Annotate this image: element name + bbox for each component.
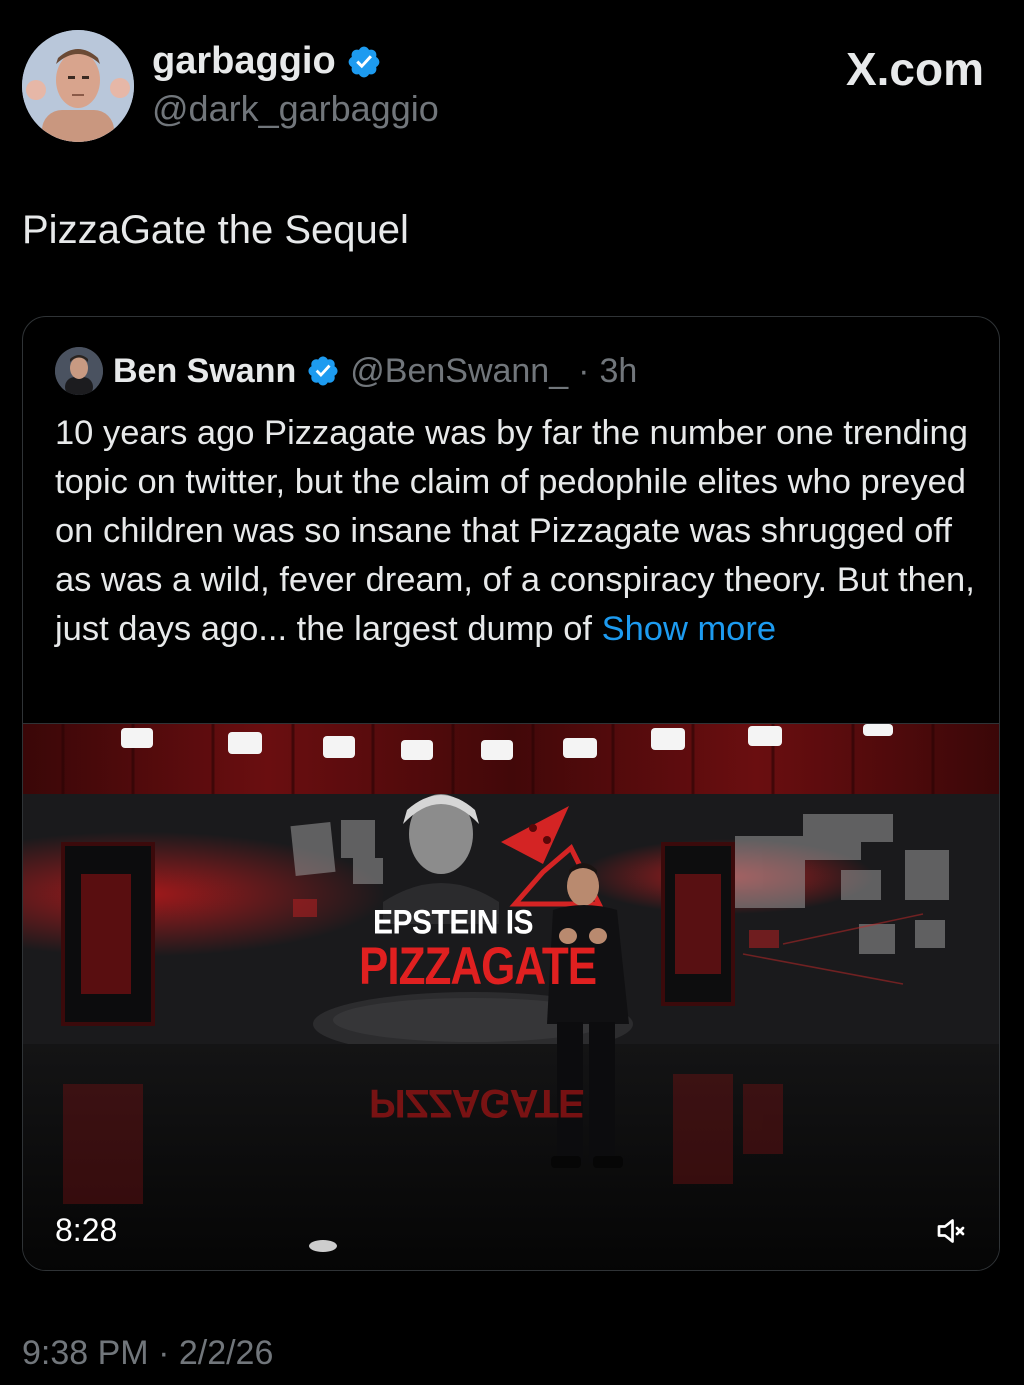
video-player[interactable]: EPSTEIN IS PIZZAGATE PIZZAGATE 8:28: [23, 723, 999, 1270]
video-thumbnail: [23, 724, 999, 1270]
quoted-author-name[interactable]: Ben Swann: [113, 352, 296, 391]
author-display-name[interactable]: garbaggio: [152, 40, 336, 83]
author-avatar-image: [22, 30, 134, 142]
speaker-muted-icon[interactable]: [933, 1213, 969, 1249]
quoted-tweet-header: Ben Swann @BenSwann_ · 3h: [55, 347, 637, 395]
site-watermark: X.com: [846, 42, 984, 96]
video-duration: 8:28: [55, 1212, 118, 1248]
show-more-link[interactable]: Show more: [602, 610, 777, 648]
tweet-text: PizzaGate the Sequel: [22, 208, 409, 252]
author-name-row[interactable]: garbaggio: [152, 40, 382, 83]
video-overlay-reflection: PIZZAGATE: [369, 1081, 584, 1125]
quoted-tweet-text: 10 years ago Pizzagate was by far the nu…: [55, 409, 975, 654]
site-domain: X.com: [845, 43, 984, 95]
quoted-tweet-card[interactable]: Ben Swann @BenSwann_ · 3h 10 years ago P…: [22, 316, 1000, 1271]
separator-dot: ·: [578, 351, 590, 390]
author-avatar[interactable]: [22, 30, 134, 142]
author-handle[interactable]: @dark_garbaggio: [152, 88, 439, 130]
quoted-author-handle[interactable]: @BenSwann_: [350, 352, 568, 391]
quoted-tweet-body: 10 years ago Pizzagate was by far the nu…: [55, 414, 975, 648]
video-overlay-title-line2: PIZZAGATE: [359, 937, 597, 996]
verified-badge-icon: [348, 46, 380, 77]
quoted-author-avatar[interactable]: [55, 347, 103, 395]
tweet-timestamp[interactable]: 9:38 PM · 2/2/26: [22, 1334, 273, 1373]
verified-badge-icon: [308, 356, 338, 386]
quoted-tweet-time[interactable]: 3h: [599, 352, 637, 391]
quoted-author-avatar-image: [55, 347, 103, 395]
